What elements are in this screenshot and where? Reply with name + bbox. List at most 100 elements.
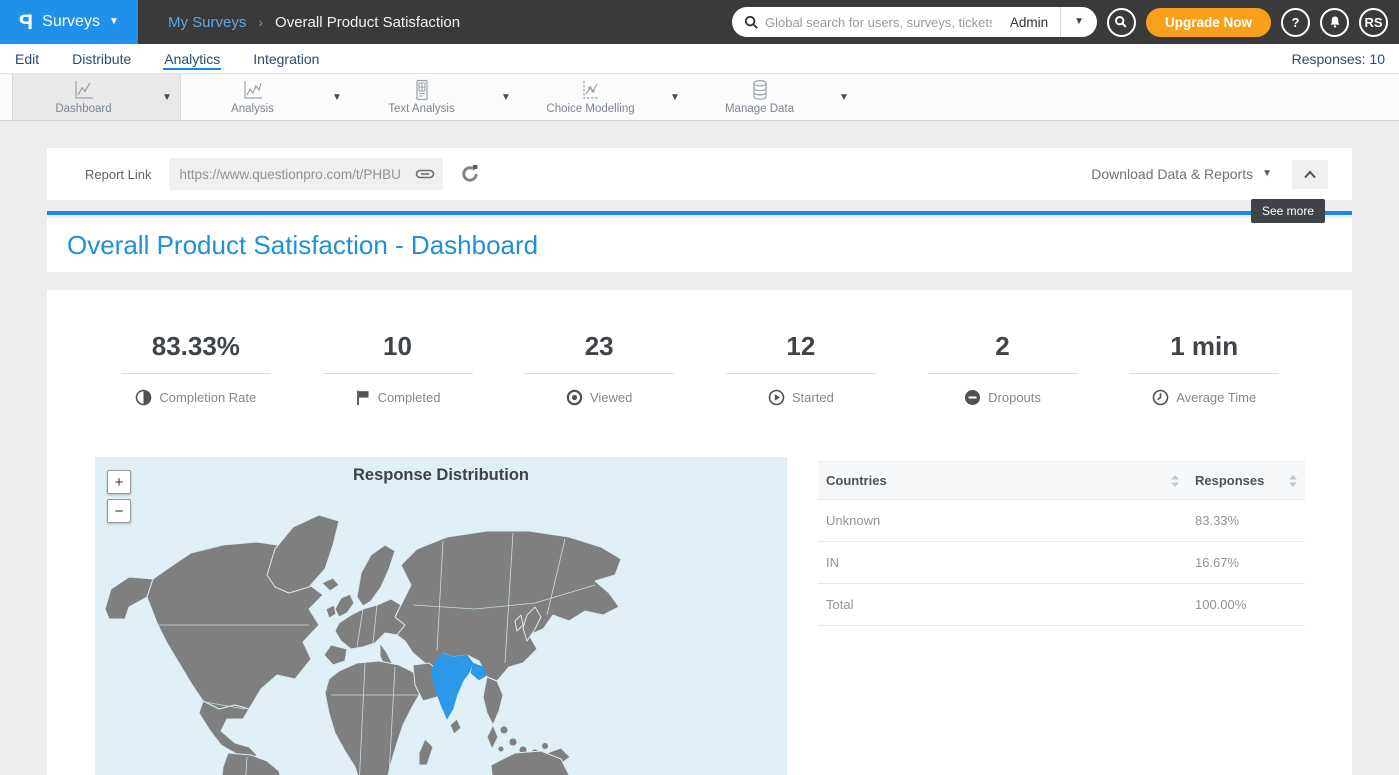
sort-icon[interactable] xyxy=(1289,475,1297,487)
surveys-product-switcher[interactable]: P Surveys ▼ xyxy=(0,0,138,44)
responses-cell: 83.33% xyxy=(1187,500,1305,542)
stat-value: 2 xyxy=(995,331,1009,362)
stat-label: Dropouts xyxy=(988,390,1041,405)
report-link-bar: Report Link Download Data & Reports ▼ xyxy=(47,148,1352,200)
search-icon xyxy=(1114,15,1128,29)
chevron-down-icon: ▼ xyxy=(109,17,119,27)
table-row: IN 16.67% xyxy=(818,542,1305,584)
clock-icon xyxy=(1152,389,1169,406)
toolbar-dashboard[interactable]: Dashboard ▼ xyxy=(12,74,181,120)
zoom-in-button[interactable]: + xyxy=(107,470,131,494)
toolbar-label: Manage Data xyxy=(725,103,794,115)
accent-divider xyxy=(47,211,1352,215)
column-header-countries[interactable]: Countries xyxy=(818,462,1187,500)
page-title: Overall Product Satisfaction - Dashboard xyxy=(67,230,538,261)
responses-cell: 100.00% xyxy=(1187,584,1305,626)
stat-started: 12 Started xyxy=(700,331,902,406)
stat-label: Started xyxy=(792,390,834,405)
stat-viewed: 23 Viewed xyxy=(498,331,700,406)
topbar: P Surveys ▼ My Surveys › Overall Product… xyxy=(0,0,1399,44)
chevron-up-icon xyxy=(1303,170,1317,179)
report-url-input[interactable] xyxy=(179,167,415,182)
see-more-tooltip: See more xyxy=(1251,199,1325,223)
toolbar-label: Analysis xyxy=(231,103,274,115)
database-icon xyxy=(748,79,772,101)
report-link-label: Report Link xyxy=(85,167,151,182)
breadcrumb-current: Overall Product Satisfaction xyxy=(275,14,460,31)
stat-value: 23 xyxy=(585,331,614,362)
questionpro-logo-icon: P xyxy=(19,12,33,33)
toolbar-manage-data[interactable]: Manage Data ▼ xyxy=(688,74,857,120)
chevron-down-icon[interactable]: ▼ xyxy=(324,92,350,103)
chevron-down-icon[interactable]: ▼ xyxy=(662,92,688,103)
map-title: Response Distribution xyxy=(95,466,787,485)
stat-label: Viewed xyxy=(590,390,632,405)
stat-value: 12 xyxy=(786,331,815,362)
stat-label: Average Time xyxy=(1176,390,1256,405)
toolbar-analysis[interactable]: Analysis ▼ xyxy=(181,74,350,120)
search-input[interactable] xyxy=(759,15,998,30)
zoom-out-button[interactable]: − xyxy=(107,499,131,523)
column-header-responses[interactable]: Responses xyxy=(1187,462,1305,500)
regenerate-link-button[interactable] xyxy=(460,164,480,184)
half-circle-icon xyxy=(135,389,152,406)
stat-average-time: 1 min Average Time xyxy=(1103,331,1305,406)
upgrade-now-button[interactable]: Upgrade Now xyxy=(1146,8,1271,37)
chevron-down-icon[interactable]: ▼ xyxy=(831,92,857,103)
tab-integration[interactable]: Integration xyxy=(252,47,320,70)
toolbar-label: Text Analysis xyxy=(388,103,454,115)
world-map-canvas[interactable] xyxy=(95,457,787,775)
column-label: Responses xyxy=(1195,473,1264,488)
table-row: Unknown 83.33% xyxy=(818,500,1305,542)
stat-value: 1 min xyxy=(1170,331,1238,362)
collapse-report-bar-button[interactable] xyxy=(1292,160,1328,189)
stat-value: 10 xyxy=(383,331,412,362)
global-search: Admin ▼ xyxy=(732,7,1097,37)
notifications-button[interactable] xyxy=(1320,8,1349,37)
toolbar-label: Dashboard xyxy=(55,103,111,115)
download-data-reports-dropdown[interactable]: Download Data & Reports ▼ xyxy=(1091,166,1272,182)
tab-edit[interactable]: Edit xyxy=(14,47,40,70)
content-row: Response Distribution + − xyxy=(95,457,1305,775)
countries-table-panel: Countries Responses xyxy=(818,461,1305,775)
chevron-down-icon[interactable]: ▼ xyxy=(1061,17,1097,27)
tab-analytics[interactable]: Analytics xyxy=(163,47,221,70)
country-cell: Unknown xyxy=(818,500,1187,542)
table-row: Total 100.00% xyxy=(818,584,1305,626)
chevron-down-icon: ▼ xyxy=(1262,169,1272,179)
eye-icon xyxy=(566,389,583,406)
sort-icon[interactable] xyxy=(1171,475,1179,487)
response-distribution-map[interactable]: Response Distribution + − xyxy=(95,457,787,775)
chevron-down-icon[interactable]: ▼ xyxy=(154,92,180,103)
stat-label: Completion Rate xyxy=(159,390,256,405)
line-chart-icon xyxy=(72,79,96,101)
toolbar-choice-modelling[interactable]: Choice Modelling ▼ xyxy=(519,74,688,120)
play-circle-icon xyxy=(768,389,785,406)
link-icon[interactable] xyxy=(415,167,435,181)
stat-completion-rate: 83.33% Completion Rate xyxy=(95,331,297,406)
stat-dropouts: 2 Dropouts xyxy=(902,331,1104,406)
stat-label: Completed xyxy=(378,390,441,405)
toolbar-text-analysis[interactable]: Text Analysis ▼ xyxy=(350,74,519,120)
user-avatar[interactable]: RS xyxy=(1359,8,1388,37)
table-header-row: Countries Responses xyxy=(818,462,1305,500)
advanced-search-button[interactable] xyxy=(1107,8,1136,37)
column-label: Countries xyxy=(826,473,887,488)
country-cell: IN xyxy=(818,542,1187,584)
help-button[interactable]: ? xyxy=(1281,8,1310,37)
bell-icon xyxy=(1328,15,1342,29)
title-card: Overall Product Satisfaction - Dashboard xyxy=(47,218,1352,272)
search-scope-select[interactable]: Admin xyxy=(998,15,1060,30)
responses-cell: 16.67% xyxy=(1187,542,1305,584)
model-chart-icon xyxy=(579,79,603,101)
chevron-down-icon[interactable]: ▼ xyxy=(493,92,519,103)
topbar-actions: Admin ▼ Upgrade Now ? RS xyxy=(732,7,1399,37)
document-grid-icon xyxy=(410,79,434,101)
product-label: Surveys xyxy=(42,13,100,31)
tab-distribute[interactable]: Distribute xyxy=(71,47,132,70)
report-url-field xyxy=(169,158,443,190)
download-label: Download Data & Reports xyxy=(1091,166,1253,182)
map-zoom-controls: + − xyxy=(107,470,131,523)
stats-row: 83.33% Completion Rate 10 Completed 23 xyxy=(95,331,1305,406)
breadcrumb-my-surveys[interactable]: My Surveys xyxy=(168,14,246,31)
